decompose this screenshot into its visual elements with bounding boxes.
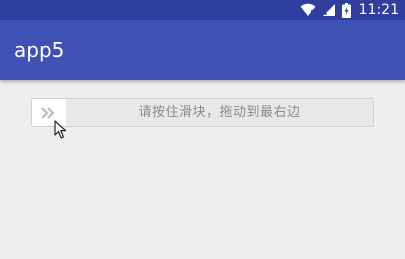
slide-verify-slider[interactable]: 请按住滑块，拖动到最右边 [31, 98, 374, 127]
app-title: app5 [14, 38, 65, 62]
signal-icon [322, 4, 335, 16]
wifi-icon [300, 3, 316, 16]
mouse-pointer-icon [54, 120, 67, 139]
battery-charging-icon [341, 2, 351, 18]
slider-hint-text: 请按住滑块，拖动到最右边 [138, 105, 301, 120]
double-chevron-right-icon [41, 106, 55, 119]
status-icons: 11:21 [300, 0, 399, 20]
app-bar: app5 [0, 20, 405, 80]
status-time: 11:21 [358, 2, 399, 18]
status-bar: 11:21 [0, 0, 405, 20]
